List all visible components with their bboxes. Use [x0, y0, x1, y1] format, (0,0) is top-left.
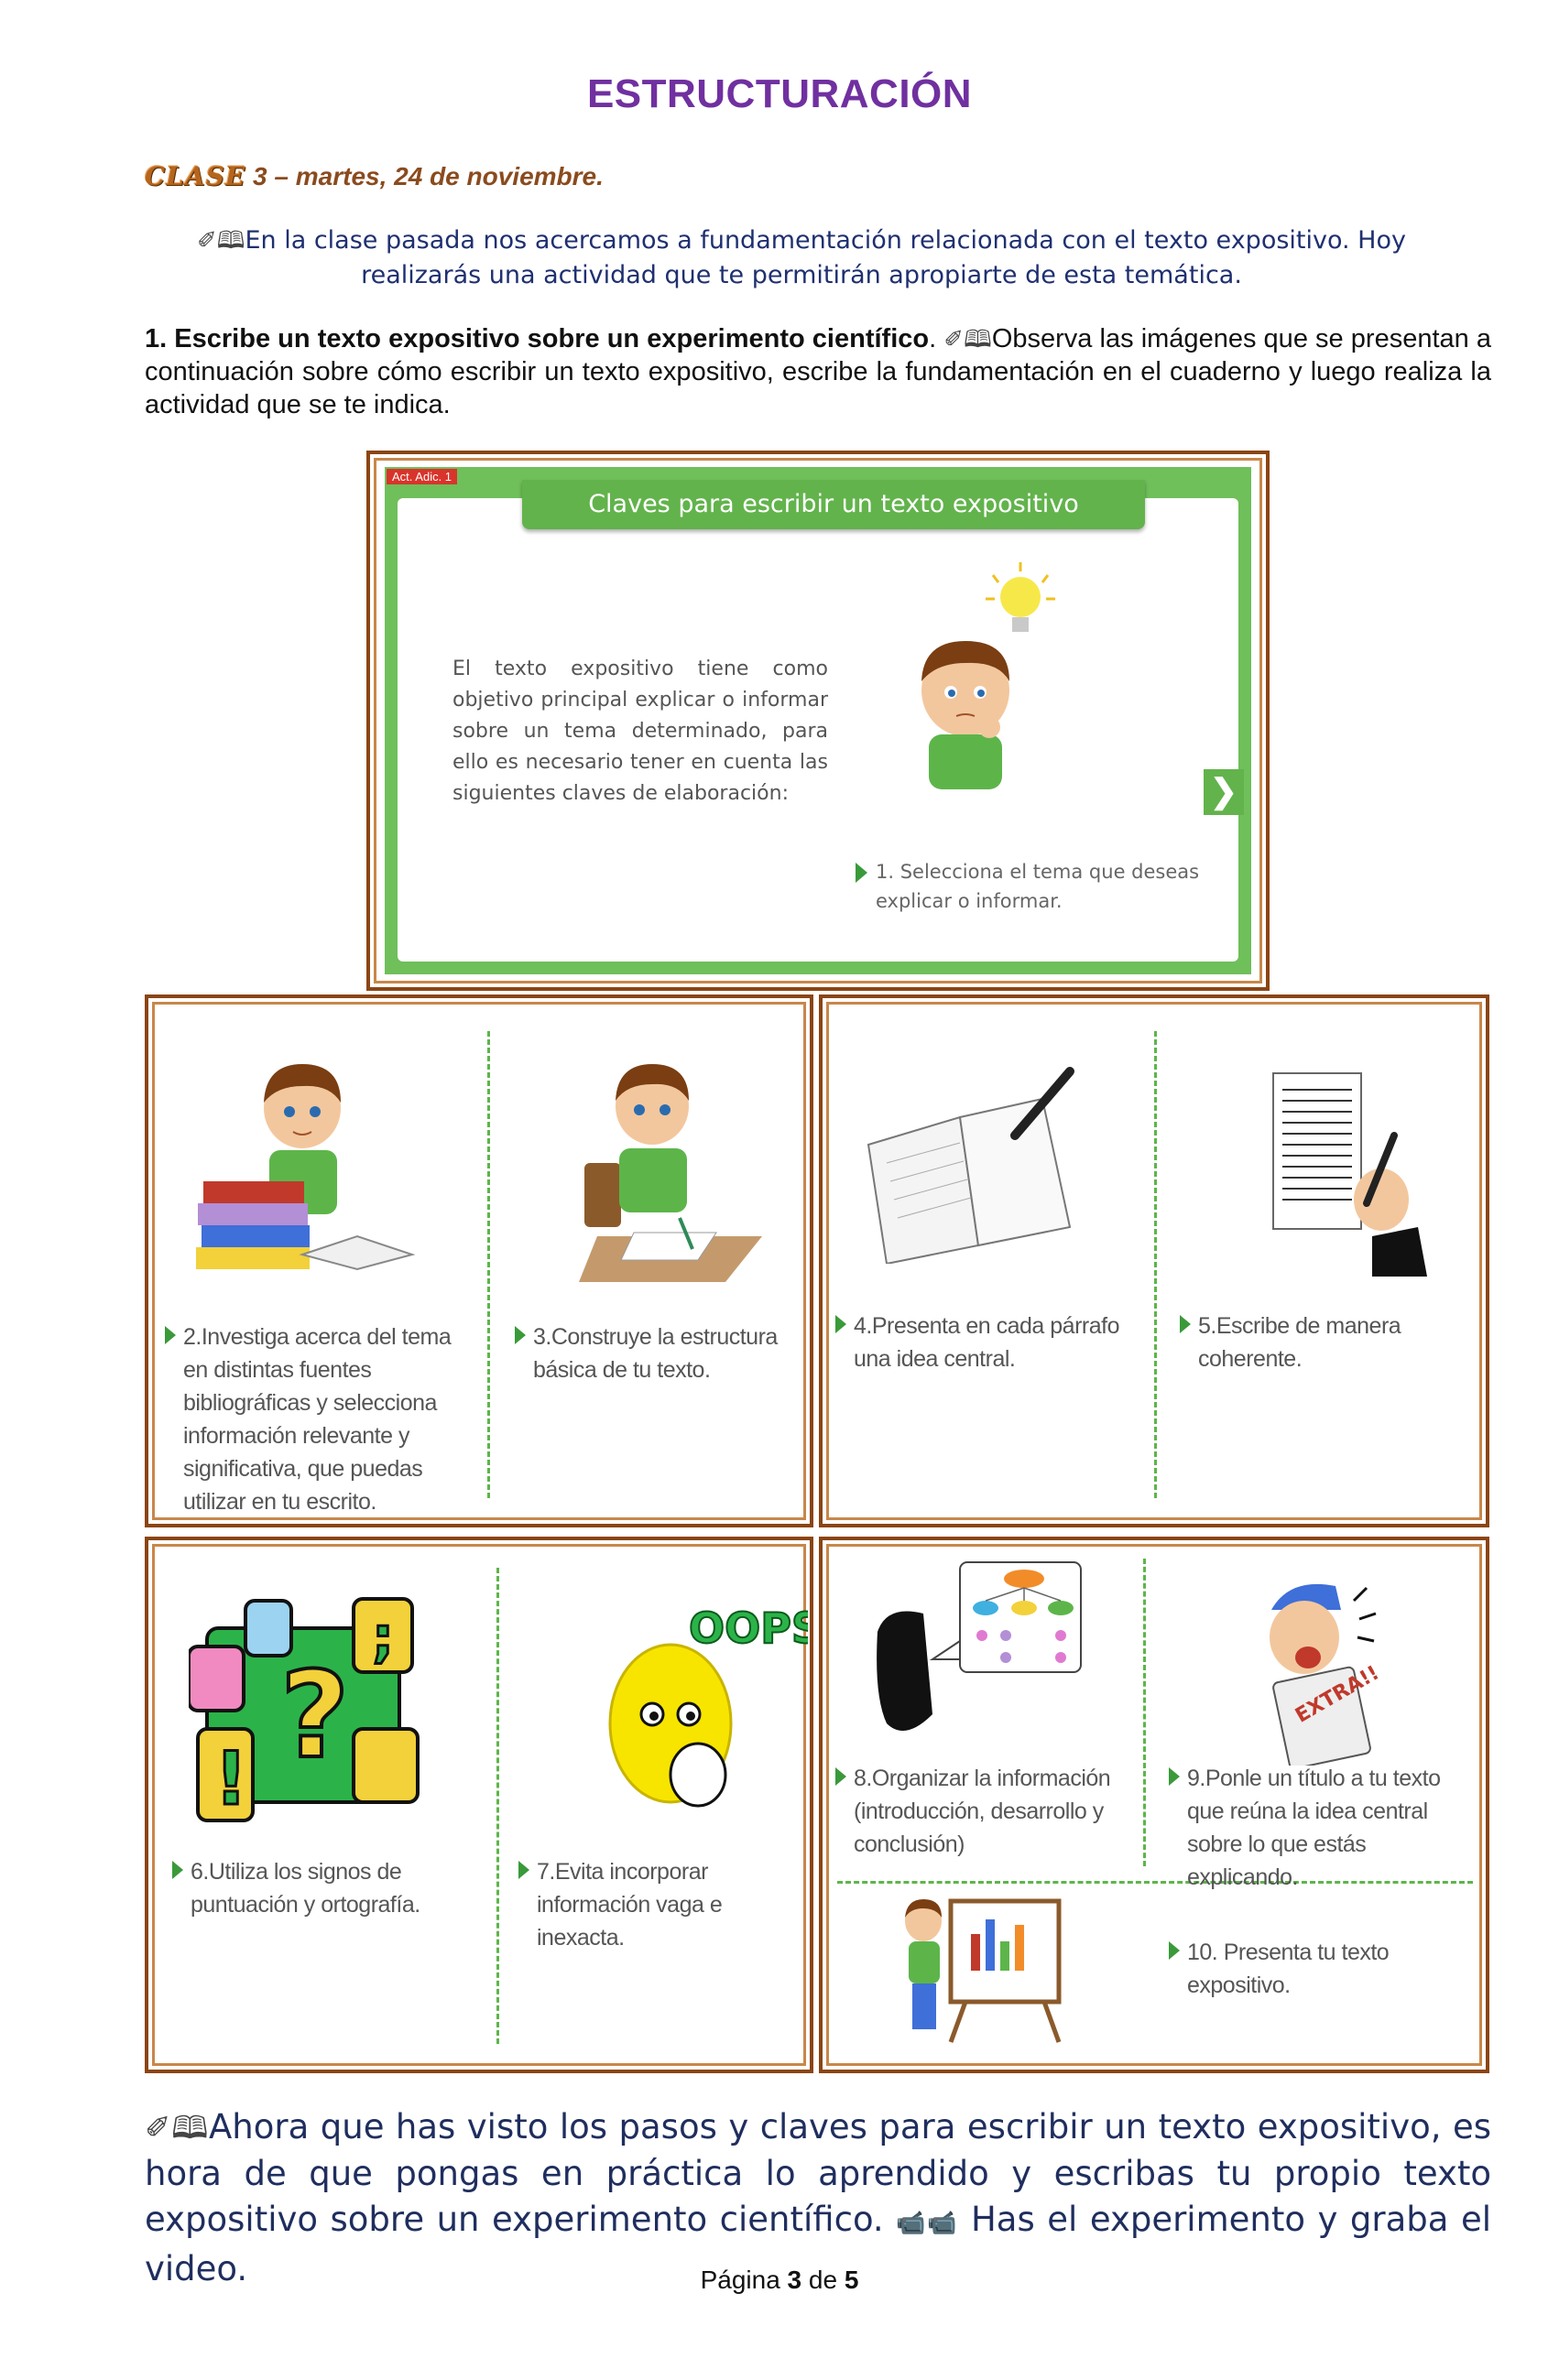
hand-writing-page-illustration — [1272, 1072, 1427, 1277]
punctuation-signs-illustration: ? ! ; — [189, 1597, 420, 1823]
footer-of-word: de — [808, 2266, 838, 2294]
panel-divider — [1154, 1031, 1157, 1498]
slide-content: El texto expositivo tiene como objetivo … — [398, 498, 1244, 962]
step-8-text: 8.Organizar la información (introducción… — [854, 1766, 1111, 1857]
intro-text: En la clase pasada nos acercamos a funda… — [245, 226, 1406, 289]
open-notebook-pen-illustration — [867, 1067, 1074, 1264]
next-slide-button[interactable]: ❯ — [1204, 769, 1244, 815]
svg-text:?: ? — [280, 1646, 349, 1785]
step-2: 2.Investiga acerca del tema en distintas… — [165, 1320, 467, 1518]
step-7-text: 7.Evita incorporar información vaga e in… — [537, 1859, 723, 1951]
oops-emoji-illustration: OOPS — [608, 1603, 808, 1808]
page-footer: Página 3 de 5 — [0, 2266, 1559, 2295]
bullet-triangle-icon — [856, 863, 867, 883]
panel-divider — [487, 1031, 490, 1498]
boy-presenting-illustration — [905, 1898, 1062, 2043]
slide-header: Claves para escribir un texto expositivo — [522, 480, 1145, 529]
video-camera-icon: 📹📹 — [896, 2210, 959, 2237]
step-5: 5.Escribe de manera coherente. — [1180, 1310, 1473, 1375]
pencil-book-icon: ✐🕮 — [145, 2110, 209, 2146]
bullet-triangle-icon — [518, 1861, 529, 1879]
step-4-text: 4.Presenta en cada párrafo una idea cent… — [854, 1313, 1119, 1372]
bullet-triangle-icon — [172, 1861, 183, 1879]
step-8: 8.Organizar la información (introducción… — [835, 1762, 1128, 1861]
step-7: 7.Evita incorporar información vaga e in… — [518, 1855, 802, 1954]
slide-tab: Act. Adic. 1 — [387, 469, 458, 484]
panel-divider — [1143, 1559, 1146, 1866]
bullet-triangle-icon — [835, 1767, 846, 1786]
pencil-book-icon: ✐🕮 — [197, 227, 245, 255]
slide-body: El texto expositivo tiene como objetivo … — [452, 657, 828, 805]
head-mindmap-illustration — [877, 1561, 1082, 1731]
activity-heading: 1. Escribe un texto expositivo sobre un … — [145, 324, 930, 353]
bullet-triangle-icon — [1180, 1315, 1191, 1333]
newspaper-boy-illustration: EXTRA!! — [1270, 1583, 1383, 1766]
step-4: 4.Presenta en cada párrafo una idea cent… — [835, 1310, 1128, 1375]
steps-panel-2-3: 2.Investiga acerca del tema en distintas… — [145, 994, 813, 1527]
lightbulb-icon — [986, 562, 1055, 632]
pencil-book-icon: ✐🕮 — [943, 325, 992, 353]
step-9: 9.Ponle un título a tu texto que reúna l… — [1169, 1762, 1471, 1894]
class-label: CLASE — [145, 161, 246, 191]
slide-frame: Act. Adic. 1 El texto expositivo tiene c… — [366, 451, 1270, 991]
closing-paragraph: ✐🕮Ahora que has visto los pasos y claves… — [145, 2104, 1491, 2292]
boy-writing-illustration — [579, 1064, 762, 1282]
thinking-boy-illustration — [921, 562, 1055, 789]
step-6: 6.Utiliza los signos de puntuación y ort… — [172, 1855, 484, 1921]
slide: Act. Adic. 1 El texto expositivo tiene c… — [385, 467, 1251, 974]
svg-text:;: ; — [372, 1605, 394, 1669]
bullet-triangle-icon — [1169, 1941, 1180, 1960]
steps-panel-8-9-10: 8.Organizar la información (introducción… — [819, 1537, 1489, 2073]
step-10-text: 10. Presenta tu texto expositivo. — [1187, 1940, 1390, 1998]
bullet-triangle-icon — [1169, 1767, 1180, 1786]
step-5-text: 5.Escribe de manera coherente. — [1198, 1313, 1401, 1372]
steps-panel-4-5: 4.Presenta en cada párrafo una idea cent… — [819, 994, 1489, 1527]
footer-page-total: 5 — [844, 2266, 859, 2294]
bullet-triangle-icon — [835, 1315, 846, 1333]
slide-step-1: 1. Selecciona el tema que deseas explica… — [856, 857, 1204, 916]
step-2-text: 2.Investiga acerca del tema en distintas… — [183, 1324, 452, 1515]
steps-panel-6-7: ? ! ; 6.Utiliza los signos de puntuación… — [145, 1537, 813, 2073]
oops-text: OOPS — [689, 1603, 808, 1653]
bullet-triangle-icon — [515, 1326, 526, 1344]
intro-paragraph: ✐🕮En la clase pasada nos acercamos a fun… — [147, 223, 1456, 293]
bullet-triangle-icon — [165, 1326, 176, 1344]
footer-page-word: Página — [700, 2266, 780, 2294]
svg-text:!: ! — [214, 1736, 247, 1821]
panel-divider — [496, 1568, 499, 2044]
class-date: 3 – martes, 24 de noviembre. — [253, 162, 604, 190]
boy-reading-books-illustration — [196, 1064, 416, 1271]
step-3-text: 3.Construye la estructura básica de tu t… — [533, 1324, 778, 1383]
step-10: 10. Presenta tu texto expositivo. — [1169, 1936, 1471, 2002]
activity-period: . — [929, 324, 937, 353]
page-title: ESTRUCTURACIÓN — [586, 71, 973, 116]
class-date-line: CLASE 3 – martes, 24 de noviembre. — [145, 161, 604, 191]
step-6-text: 6.Utiliza los signos de puntuación y ort… — [191, 1859, 420, 1918]
activity-paragraph: 1. Escribe un texto expositivo sobre un … — [145, 322, 1491, 421]
footer-page-number: 3 — [787, 2266, 802, 2294]
slide-step-1-text: 1. Selecciona el tema que deseas explica… — [876, 861, 1200, 912]
step-3: 3.Construye la estructura básica de tu t… — [515, 1320, 799, 1386]
step-9-text: 9.Ponle un título a tu texto que reúna l… — [1187, 1766, 1441, 1890]
